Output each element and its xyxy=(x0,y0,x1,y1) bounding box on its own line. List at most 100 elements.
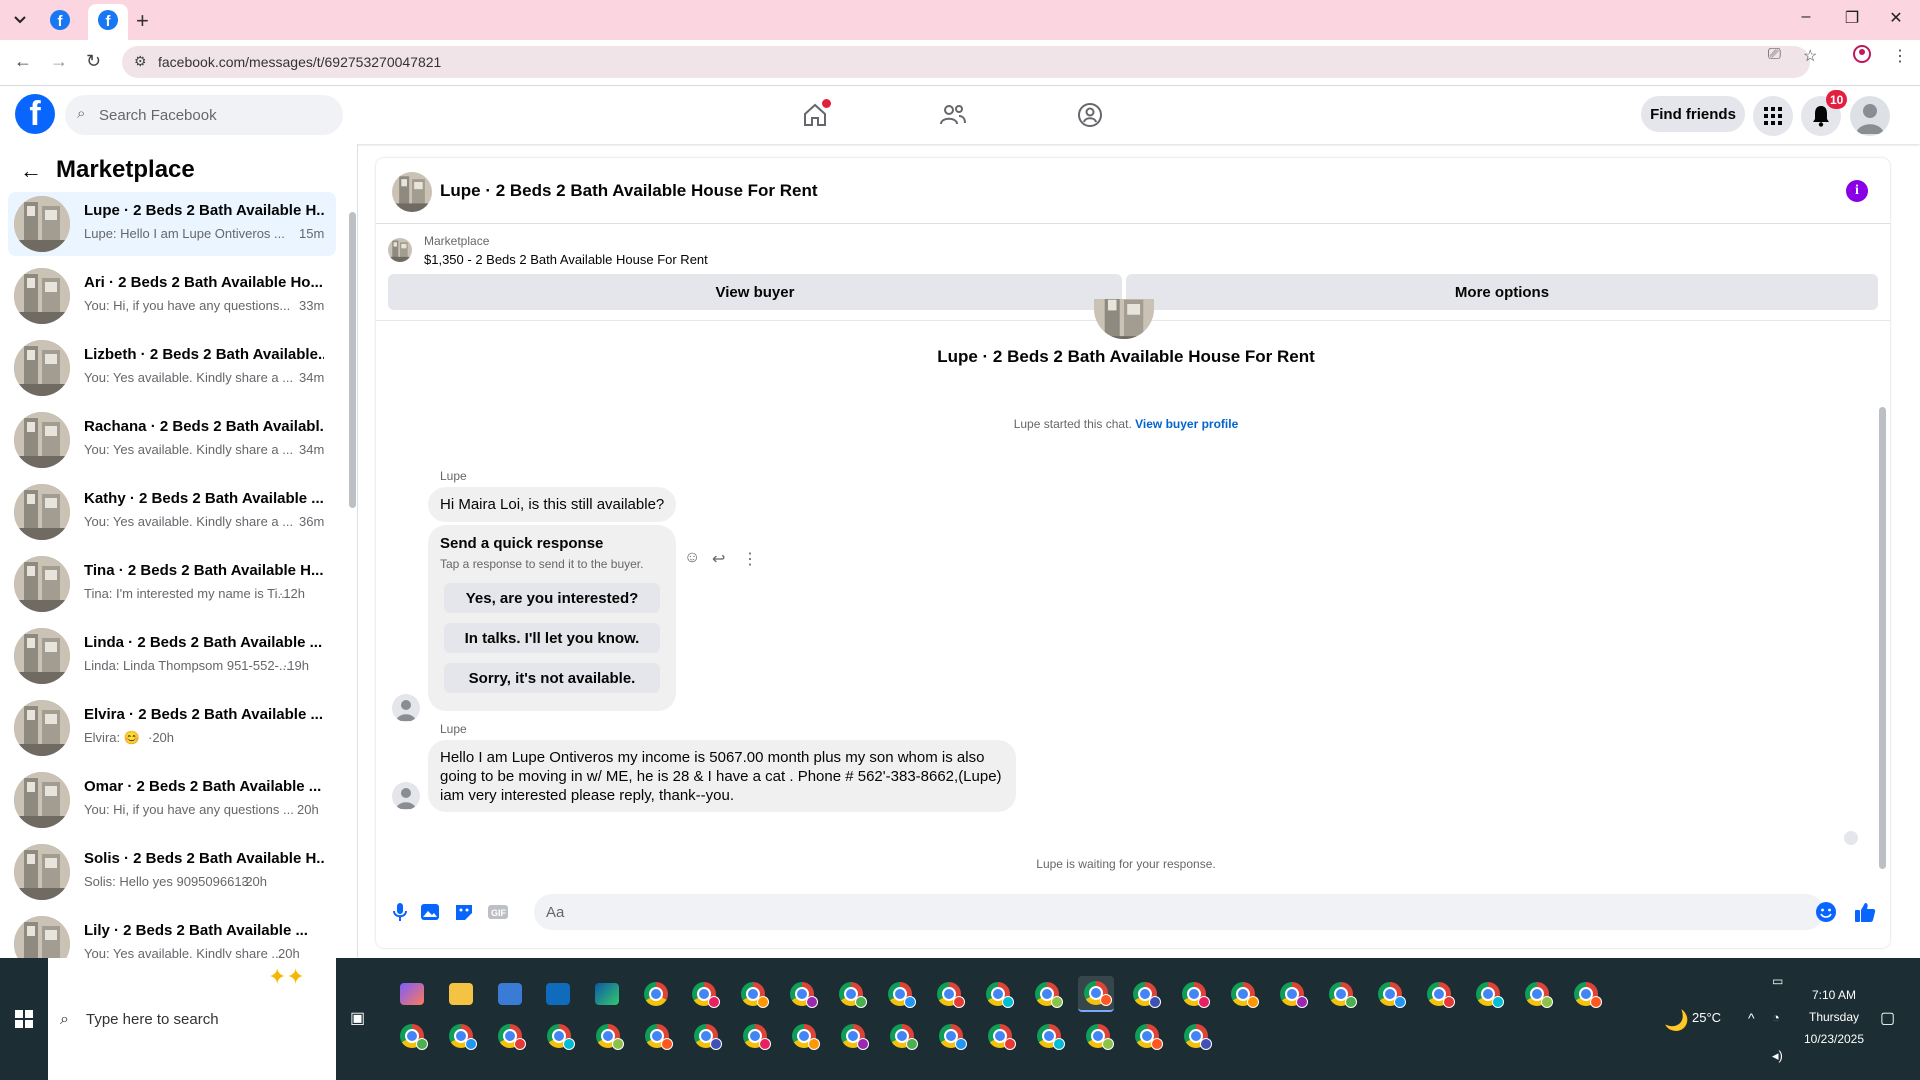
find-friends-button[interactable]: Find friends xyxy=(1641,96,1745,132)
more-options-button[interactable]: More options xyxy=(1126,274,1878,310)
conversation-item[interactable]: Linda · 2 Beds 2 Bath Available ... Linda… xyxy=(8,624,336,688)
search-input[interactable] xyxy=(99,95,329,135)
url-text[interactable]: facebook.com/messages/t/692753270047821 xyxy=(158,54,441,70)
conversation-item[interactable]: Kathy · 2 Beds 2 Bath Available ... You: … xyxy=(8,480,336,544)
chrome-profile-icon[interactable] xyxy=(784,976,820,1012)
view-buyer-profile-link[interactable]: View buyer profile xyxy=(1135,417,1238,431)
chrome-profile-icon[interactable] xyxy=(1029,976,1065,1012)
chrome-profile-icon[interactable] xyxy=(931,976,967,1012)
chrome-profile-icon[interactable] xyxy=(786,1018,822,1054)
site-info-icon[interactable]: ⚙ xyxy=(134,53,147,70)
chrome-profile-icon[interactable] xyxy=(1225,976,1261,1012)
reload-icon[interactable]: ↻ xyxy=(86,51,101,72)
chrome-profile-icon[interactable] xyxy=(1323,976,1359,1012)
quick-response-not-available-button[interactable]: Sorry, it's not available. xyxy=(444,663,660,693)
chrome-profile-icon[interactable] xyxy=(541,1018,577,1054)
message-input-wrapper[interactable] xyxy=(534,894,1824,930)
chrome-profile-icon[interactable] xyxy=(1519,976,1555,1012)
info-icon[interactable]: i xyxy=(1846,180,1868,202)
message-bubble[interactable]: Hi Maira Loi, is this still available? xyxy=(428,487,677,522)
conversation-item[interactable]: Lizbeth · 2 Beds 2 Bath Available... You:… xyxy=(8,336,336,400)
chrome-profile-icon[interactable] xyxy=(882,976,918,1012)
back-arrow-icon[interactable]: ← xyxy=(20,158,42,184)
back-arrow-icon[interactable]: ← xyxy=(14,51,32,72)
profile-icon[interactable] xyxy=(1852,44,1872,69)
conversation-item[interactable]: Ari · 2 Beds 2 Bath Available Ho... You: … xyxy=(8,264,336,328)
chrome-profile-icon[interactable] xyxy=(1372,976,1408,1012)
view-buyer-button[interactable]: View buyer xyxy=(388,274,1122,310)
more-actions-icon[interactable]: ⋮ xyxy=(742,549,758,569)
windows-start-icon[interactable] xyxy=(0,958,48,1080)
chrome-profile-icon[interactable] xyxy=(688,1018,724,1054)
emoji-icon[interactable] xyxy=(1814,900,1838,924)
outlook-icon[interactable] xyxy=(540,976,576,1012)
facebook-tab-icon[interactable]: f xyxy=(50,10,70,30)
restore-button[interactable]: ❐ xyxy=(1832,8,1872,28)
weather-temp[interactable]: 25°C xyxy=(1692,1010,1721,1025)
chat-scrollbar[interactable] xyxy=(1876,321,1888,881)
task-view-icon[interactable]: ▣ xyxy=(350,1008,365,1028)
volume-icon[interactable]: ◂) xyxy=(1772,1048,1783,1064)
sender-avatar[interactable] xyxy=(392,782,420,810)
chrome-profile-icon[interactable] xyxy=(1470,976,1506,1012)
sticker-icon[interactable] xyxy=(452,900,476,924)
facebook-active-tab-icon[interactable]: f xyxy=(98,10,118,30)
message-input[interactable] xyxy=(546,894,1796,930)
chrome-profile-icon[interactable] xyxy=(1274,976,1310,1012)
minimize-button[interactable]: – xyxy=(1786,8,1826,26)
chrome-profile-icon[interactable] xyxy=(737,1018,773,1054)
chrome-profile-icon[interactable] xyxy=(1080,1018,1116,1054)
conversation-item[interactable]: Solis · 2 Beds 2 Bath Available H... Soli… xyxy=(8,840,336,904)
sender-avatar[interactable] xyxy=(392,694,420,722)
facebook-search[interactable]: ⌕ xyxy=(65,95,343,135)
clock-day[interactable]: Thursday xyxy=(1796,1010,1872,1024)
conversation-item[interactable]: Lily · 2 Beds 2 Bath Available ... You: Y… xyxy=(8,912,336,958)
install-app-icon[interactable]: ⎚ xyxy=(1768,46,1781,64)
conversation-item[interactable]: Tina · 2 Beds 2 Bath Available H... Tina:… xyxy=(8,552,336,616)
chrome-profile-icon[interactable] xyxy=(1078,976,1114,1012)
sidebar-scrollbar[interactable] xyxy=(349,194,357,954)
file-explorer-icon[interactable] xyxy=(443,976,479,1012)
edge-browser-icon[interactable] xyxy=(589,976,625,1012)
chrome-profile-icon[interactable] xyxy=(686,976,722,1012)
chrome-profile-icon[interactable] xyxy=(1568,976,1604,1012)
reply-icon[interactable]: ↩ xyxy=(712,549,725,569)
clock-time[interactable]: 7:10 AM xyxy=(1796,988,1872,1002)
quick-response-yes-button[interactable]: Yes, are you interested? xyxy=(444,583,660,613)
facebook-logo-icon[interactable]: f xyxy=(15,94,55,134)
close-window-button[interactable]: ✕ xyxy=(1876,8,1916,28)
react-emoji-icon[interactable]: ☺ xyxy=(684,549,700,567)
chrome-profile-icon[interactable] xyxy=(980,976,1016,1012)
photo-icon[interactable] xyxy=(418,900,442,924)
chat-title[interactable]: Lupe · 2 Beds 2 Bath Available House For… xyxy=(440,181,818,201)
listing-summary[interactable]: Marketplace $1,350 - 2 Beds 2 Bath Avail… xyxy=(388,232,1878,272)
clock-date[interactable]: 10/23/2025 xyxy=(1796,1032,1872,1046)
chrome-profile-icon[interactable] xyxy=(933,1018,969,1054)
gif-icon[interactable]: GIF xyxy=(486,900,510,924)
chrome-profile-icon[interactable] xyxy=(735,976,771,1012)
conversation-item[interactable]: Elvira · 2 Beds 2 Bath Available ... Elvi… xyxy=(8,696,336,760)
menu-grid-icon[interactable] xyxy=(1753,96,1793,136)
bookmark-star-icon[interactable]: ☆ xyxy=(1803,46,1817,66)
taskbar-search-input[interactable] xyxy=(86,1006,316,1032)
chrome-profile-icon[interactable] xyxy=(982,1018,1018,1054)
microsoft-store-icon[interactable] xyxy=(492,976,528,1012)
notification-center-icon[interactable]: ▢ xyxy=(1880,1008,1895,1028)
account-avatar[interactable] xyxy=(1850,96,1890,136)
weather-icon[interactable]: 🌙 xyxy=(1664,1008,1689,1033)
chrome-profile-icon[interactable] xyxy=(639,1018,675,1054)
chrome-profile-icon[interactable] xyxy=(443,1018,479,1054)
chrome-profile-icon[interactable] xyxy=(1031,1018,1067,1054)
listing-thumbnail[interactable] xyxy=(392,172,432,212)
thumbs-up-icon[interactable] xyxy=(1853,900,1877,924)
quick-response-in-talks-button[interactable]: In talks. I'll let you know. xyxy=(444,623,660,653)
new-tab-button[interactable]: + xyxy=(136,8,149,34)
groups-icon[interactable] xyxy=(1075,100,1105,130)
friends-icon[interactable] xyxy=(938,100,968,130)
tray-device-icon[interactable]: ▭ xyxy=(1772,974,1783,988)
tab-search-chevron-icon[interactable] xyxy=(8,8,32,32)
chrome-profile-icon[interactable] xyxy=(1129,1018,1165,1054)
chrome-profile-icon[interactable] xyxy=(590,1018,626,1054)
message-bubble-long[interactable]: Hello I am Lupe Ontiveros my income is 5… xyxy=(428,740,1016,812)
taskbar-search[interactable]: ⌕ ✦✦ xyxy=(48,958,336,1080)
